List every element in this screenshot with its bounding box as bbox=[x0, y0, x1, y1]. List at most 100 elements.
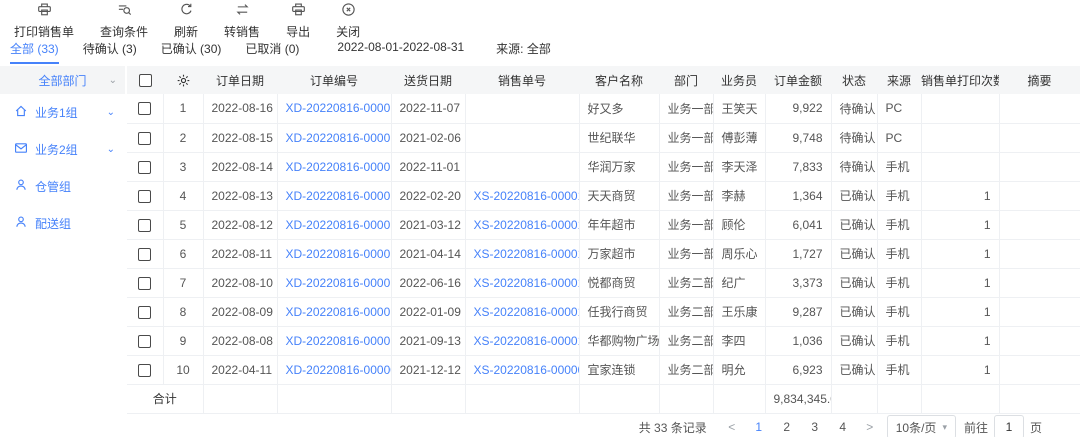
cell-order-no-link[interactable]: XD-20220816-000016 bbox=[277, 152, 391, 181]
gear-icon[interactable] bbox=[176, 72, 191, 86]
cell-delivery-date: 2021-12-12 bbox=[391, 355, 465, 384]
tab-cancelled[interactable]: 已取消 (0) bbox=[245, 40, 299, 62]
next-page-button[interactable]: > bbox=[861, 420, 879, 434]
export-button[interactable]: 导出 bbox=[286, 2, 310, 40]
cell-sales-no-link[interactable]: XS-20220816-000013 bbox=[465, 239, 579, 268]
goto-suffix: 页 bbox=[1030, 419, 1042, 436]
cell-status: 已确认 bbox=[831, 239, 877, 268]
content: 全部部门 ⌄ 业务1组 ⌄ 业务2组 ⌄ 仓管组 配送组 bbox=[0, 66, 1080, 412]
cell-order-no-link[interactable]: XD-20220816-000013 bbox=[277, 239, 391, 268]
row-checkbox[interactable] bbox=[138, 219, 151, 232]
cell-order-no-link[interactable]: XD-20220816-000018 bbox=[277, 94, 391, 123]
col-status: 状态 bbox=[831, 66, 877, 94]
page-2-button[interactable]: 2 bbox=[777, 420, 797, 434]
cell-salesperson: 李天泽 bbox=[713, 152, 765, 181]
tab-confirmed[interactable]: 已确认 (30) bbox=[161, 40, 222, 62]
cell-print-count: 1 bbox=[921, 326, 999, 355]
page-3-button[interactable]: 3 bbox=[805, 420, 825, 434]
row-checkbox[interactable] bbox=[138, 364, 151, 377]
chevron-down-icon[interactable]: ⌄ bbox=[107, 144, 115, 155]
table-header-row: 订单日期 订单编号 送货日期 销售单号 客户名称 部门 业务员 订单金额 状态 … bbox=[127, 66, 1080, 94]
row-checkbox[interactable] bbox=[138, 161, 151, 174]
cell-customer: 年年超市 bbox=[579, 210, 659, 239]
sidebar-item-group1[interactable]: 业务1组 ⌄ bbox=[0, 94, 125, 131]
row-checkbox[interactable] bbox=[138, 306, 151, 319]
row-select-cell bbox=[127, 297, 163, 326]
cell-sales-no-link[interactable]: XS-20220816-000015 bbox=[465, 181, 579, 210]
query-conditions-button[interactable]: 查询条件 bbox=[100, 2, 148, 40]
refresh-icon bbox=[179, 2, 194, 20]
cell-sales-no-link[interactable] bbox=[465, 94, 579, 123]
row-checkbox[interactable] bbox=[138, 102, 151, 115]
cell-customer: 华润万家 bbox=[579, 152, 659, 181]
cell-amount: 1,364 bbox=[765, 181, 831, 210]
col-amount: 订单金额 bbox=[765, 66, 831, 94]
transfer-to-sales-button[interactable]: 转销售 bbox=[224, 2, 260, 40]
cell-status: 已确认 bbox=[831, 297, 877, 326]
cell-customer: 万家超市 bbox=[579, 239, 659, 268]
cell-print-count bbox=[921, 94, 999, 123]
row-checkbox[interactable] bbox=[138, 248, 151, 261]
cell-print-count bbox=[921, 123, 999, 152]
row-select-cell bbox=[127, 210, 163, 239]
cell-summary bbox=[999, 152, 1080, 181]
sidebar-item-delivery[interactable]: 配送组 bbox=[0, 205, 125, 242]
refresh-button[interactable]: 刷新 bbox=[174, 2, 198, 40]
row-checkbox[interactable] bbox=[138, 190, 151, 203]
source-filter[interactable]: 来源: 全部 bbox=[496, 40, 551, 57]
cell-delivery-date: 2021-04-14 bbox=[391, 239, 465, 268]
cell-order-date: 2022-08-14 bbox=[203, 152, 277, 181]
cell-order-date: 2022-08-13 bbox=[203, 181, 277, 210]
cell-sales-no-link[interactable]: XS-20220816-000009 bbox=[465, 355, 579, 384]
export-printer-icon bbox=[291, 2, 306, 20]
chevron-down-icon: ⌄ bbox=[109, 75, 117, 86]
sidebar-item-warehouse[interactable]: 仓管组 bbox=[0, 168, 125, 205]
tool-label: 刷新 bbox=[174, 23, 198, 40]
col-salesperson: 业务员 bbox=[713, 66, 765, 94]
cell-source: 手机 bbox=[877, 297, 921, 326]
cell-sales-no-link[interactable] bbox=[465, 123, 579, 152]
cell-order-date: 2022-08-08 bbox=[203, 326, 277, 355]
row-select-cell bbox=[127, 152, 163, 181]
cell-delivery-date: 2022-01-09 bbox=[391, 297, 465, 326]
page-4-button[interactable]: 4 bbox=[833, 420, 853, 434]
cell-order-no-link[interactable]: XD-20220816-000009 bbox=[277, 355, 391, 384]
row-checkbox[interactable] bbox=[138, 277, 151, 290]
sidebar-item-group2[interactable]: 业务2组 ⌄ bbox=[0, 131, 125, 168]
cell-order-no-link[interactable]: XD-20220816-000015 bbox=[277, 181, 391, 210]
cell-summary bbox=[999, 94, 1080, 123]
cell-order-no-link[interactable]: XD-20220816-000011 bbox=[277, 297, 391, 326]
cell-sales-no-link[interactable]: XS-20220816-000012 bbox=[465, 268, 579, 297]
page-size-select[interactable]: 10条/页 ▾ bbox=[887, 415, 956, 437]
chevron-down-icon: ▾ bbox=[942, 422, 947, 433]
goto-page-input[interactable] bbox=[994, 415, 1024, 437]
print-sales-order-button[interactable]: 打印销售单 bbox=[14, 2, 74, 40]
row-checkbox[interactable] bbox=[138, 132, 151, 145]
cell-sales-no-link[interactable]: XS-20220816-000010 bbox=[465, 326, 579, 355]
row-checkbox[interactable] bbox=[138, 335, 151, 348]
tab-pending[interactable]: 待确认 (3) bbox=[83, 40, 137, 62]
col-delivery-date: 送货日期 bbox=[391, 66, 465, 94]
page-1-button[interactable]: 1 bbox=[749, 420, 769, 434]
cell-order-no-link[interactable]: XD-20220816-000014 bbox=[277, 210, 391, 239]
cell-order-no-link[interactable]: XD-20220816-000017 bbox=[277, 123, 391, 152]
table-row: 2 2022-08-15 XD-20220816-000017 2021-02-… bbox=[127, 123, 1080, 152]
tab-all[interactable]: 全部 (33) bbox=[10, 40, 59, 64]
select-all-checkbox[interactable] bbox=[139, 74, 152, 87]
prev-page-button[interactable]: < bbox=[723, 420, 741, 434]
cell-summary bbox=[999, 123, 1080, 152]
cell-status: 已确认 bbox=[831, 268, 877, 297]
cell-sales-no-link[interactable] bbox=[465, 152, 579, 181]
date-range-filter[interactable]: 2022-08-01-2022-08-31 bbox=[337, 40, 464, 54]
cell-order-no-link[interactable]: XD-20220816-000012 bbox=[277, 268, 391, 297]
cell-department: 业务一部 bbox=[659, 239, 713, 268]
cell-print-count: 1 bbox=[921, 355, 999, 384]
cell-sales-no-link[interactable]: XS-20220816-000014 bbox=[465, 210, 579, 239]
chevron-down-icon[interactable]: ⌄ bbox=[107, 107, 115, 118]
cell-summary bbox=[999, 239, 1080, 268]
cell-sales-no-link[interactable]: XS-20220816-000011 bbox=[465, 297, 579, 326]
close-button[interactable]: 关闭 bbox=[336, 2, 360, 40]
cell-order-no-link[interactable]: XD-20220816-000010 bbox=[277, 326, 391, 355]
cell-salesperson: 李赫 bbox=[713, 181, 765, 210]
department-dropdown[interactable]: 全部部门 ⌄ bbox=[0, 66, 125, 94]
